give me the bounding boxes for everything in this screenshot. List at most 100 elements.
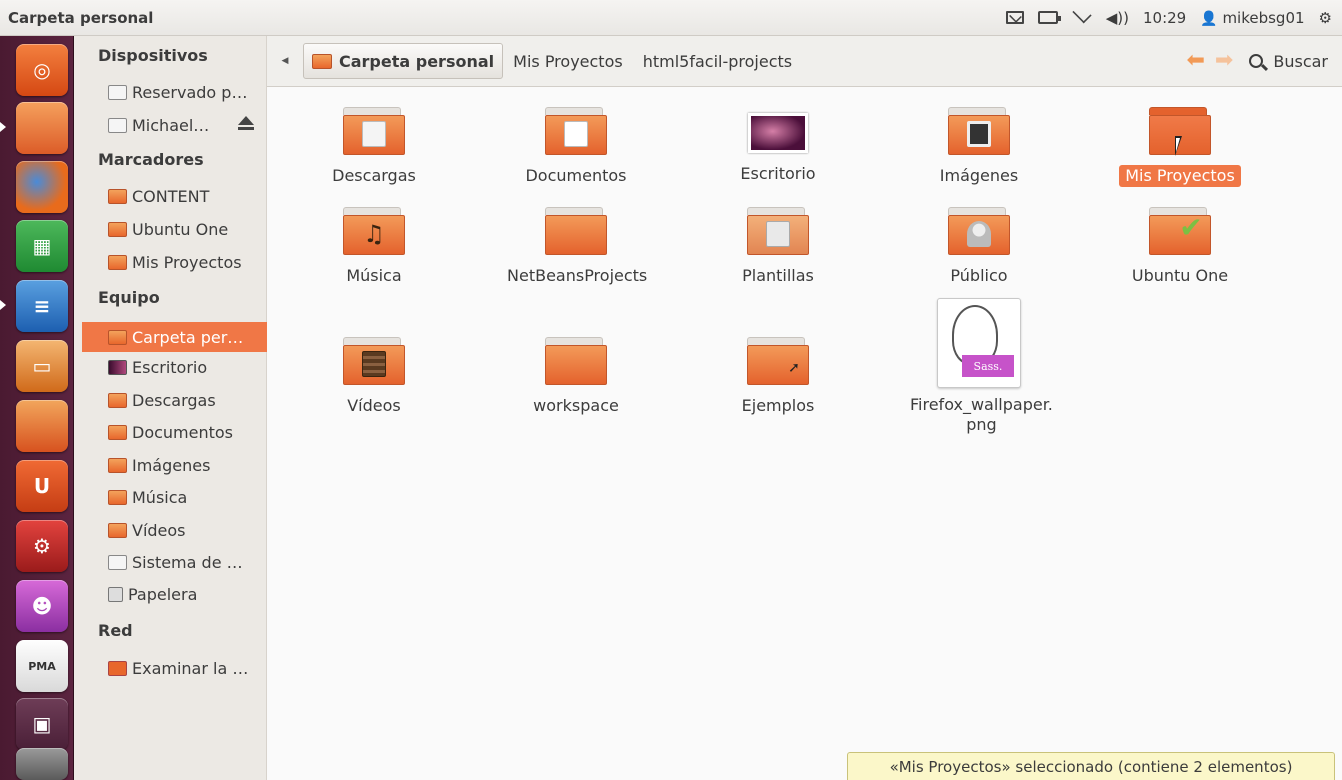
symlink-arrow-icon: ➚: [788, 360, 800, 376]
breadcrumb-scroll-left-icon[interactable]: ◀: [267, 56, 303, 66]
sidebar-item-home[interactable]: Carpeta per…: [82, 322, 267, 352]
breadcrumb-home[interactable]: Carpeta personal: [303, 43, 504, 79]
file-label: Imágenes: [939, 166, 1019, 185]
status-bar: «Mis Proyectos» seleccionado (contiene 2…: [847, 752, 1335, 780]
running-app-indicator: [0, 300, 6, 310]
volume-icon[interactable]: ◀)): [1106, 9, 1129, 27]
file-ubuntu-one[interactable]: ✔ Ubuntu One: [1105, 207, 1255, 287]
user-name: mikebsg01: [1222, 8, 1305, 27]
pidgin-icon[interactable]: ☻: [16, 580, 68, 632]
file-imagenes[interactable]: Imágenes: [904, 107, 1054, 187]
sidebar-item-desktop[interactable]: Escritorio: [108, 352, 266, 382]
desktop-thumbnail-icon: [748, 113, 808, 153]
mouse-pointer-icon: [1175, 136, 1182, 156]
calc-icon[interactable]: ▦: [16, 220, 68, 272]
file-view[interactable]: Descargas Documentos Escritorio Imágenes…: [267, 87, 1342, 780]
forward-arrow-icon[interactable]: ➡: [1215, 50, 1233, 72]
downloads-icon: [108, 392, 127, 408]
person-icon: [967, 221, 991, 247]
sidebar-item-content[interactable]: CONTENT: [108, 181, 266, 211]
sidebar-item-label: Carpeta per…: [132, 327, 244, 347]
file-musica[interactable]: ♫ Música: [299, 207, 449, 287]
folder-icon: ➚: [747, 337, 809, 385]
file-plantillas[interactable]: Plantillas: [703, 207, 853, 287]
sidebar-item-label: Mis Proyectos: [132, 252, 242, 272]
file-label: Escritorio: [740, 164, 816, 183]
document-icon: [564, 121, 588, 147]
search-icon[interactable]: [1249, 54, 1264, 68]
clock[interactable]: 10:29: [1143, 9, 1186, 27]
eject-icon[interactable]: [238, 116, 254, 130]
file-label: Ejemplos: [741, 396, 815, 415]
sidebar-item-documents[interactable]: Documentos: [108, 417, 266, 447]
folder-icon: [108, 221, 127, 237]
sidebar: Dispositivos Reservado p… Michael… Marca…: [74, 36, 267, 780]
sidebar-item-label: Examinar la …: [132, 658, 249, 678]
system-settings-icon[interactable]: ⚙: [16, 520, 68, 572]
file-firefox-wallpaper[interactable]: Sass. Firefox_wallpaper. png: [904, 298, 1054, 436]
firefox-icon[interactable]: [16, 161, 68, 213]
wifi-icon[interactable]: [1072, 3, 1092, 23]
back-arrow-icon[interactable]: ⬅: [1186, 50, 1204, 72]
folder-icon: [948, 207, 1010, 255]
toolbar: ◀ Carpeta personal Mis Proyectos html5fa…: [267, 36, 1342, 87]
file-label: Firefox_wallpaper. png: [910, 395, 1053, 434]
window-title: Carpeta personal: [8, 8, 154, 27]
sidebar-item-pictures[interactable]: Imágenes: [108, 450, 266, 480]
software-center-icon[interactable]: [16, 400, 68, 452]
sidebar-item-reserved[interactable]: Reservado p…: [108, 77, 266, 107]
user-menu[interactable]: 👤 mikebsg01: [1200, 9, 1304, 27]
launcher: ◎ ▦ ≡ ▭ U ⚙ ☻ PMA ▣: [0, 36, 74, 780]
sidebar-header-devices: Dispositivos: [98, 46, 208, 65]
sidebar-item-label: Documentos: [132, 422, 234, 442]
sidebar-item-michael[interactable]: Michael…: [108, 110, 266, 140]
sidebar-item-browse-network[interactable]: Examinar la …: [108, 653, 266, 683]
sidebar-header-computer: Equipo: [98, 288, 160, 307]
session-gear-icon[interactable]: ⚙: [1319, 9, 1332, 27]
trash-launcher-icon[interactable]: [16, 748, 68, 780]
impress-icon[interactable]: ▭: [16, 340, 68, 392]
workspace-switcher-icon[interactable]: ▣: [16, 698, 68, 750]
sidebar-item-music[interactable]: Música: [108, 482, 266, 512]
dash-home-icon[interactable]: ◎: [16, 44, 68, 96]
sidebar-item-ubuntu-one[interactable]: Ubuntu One: [108, 214, 266, 244]
active-app-indicator: [0, 122, 6, 132]
sidebar-item-label: Música: [132, 487, 188, 507]
file-videos[interactable]: Vídeos: [299, 337, 449, 417]
folder-icon: [343, 337, 405, 385]
breadcrumb-html5facil[interactable]: html5facil-projects: [633, 43, 802, 79]
files-app-icon[interactable]: [16, 102, 68, 154]
folder-icon: [545, 107, 607, 155]
search-button-label[interactable]: Buscar: [1273, 52, 1328, 71]
download-arrow-icon: [362, 121, 386, 147]
file-label: Plantillas: [742, 266, 814, 285]
sidebar-item-label: Reservado p…: [132, 82, 248, 102]
sidebar-item-downloads[interactable]: Descargas: [108, 385, 266, 415]
sidebar-item-filesystem[interactable]: Sistema de …: [108, 547, 266, 577]
breadcrumb-mis-proyectos[interactable]: Mis Proyectos: [503, 43, 633, 79]
file-descargas[interactable]: Descargas: [299, 107, 449, 187]
music-icon: [108, 489, 127, 505]
folder-icon: ✔: [1149, 207, 1211, 255]
folder-icon: [747, 207, 809, 255]
file-documentos[interactable]: Documentos: [501, 107, 651, 187]
file-escritorio[interactable]: Escritorio: [703, 113, 853, 185]
music-note-icon: ♫: [363, 220, 385, 248]
videos-icon: [108, 522, 127, 538]
file-netbeansprojects[interactable]: NetBeansProjects: [501, 207, 651, 287]
sidebar-item-trash[interactable]: Papelera: [108, 579, 266, 609]
ubuntu-one-icon[interactable]: U: [16, 460, 68, 512]
sidebar-header-network: Red: [98, 621, 133, 640]
file-workspace[interactable]: workspace: [501, 337, 651, 417]
sidebar-item-label: Sistema de …: [132, 552, 243, 572]
phpmyadmin-icon[interactable]: PMA: [16, 640, 68, 692]
file-label: Documentos: [525, 166, 627, 185]
file-ejemplos[interactable]: ➚ Ejemplos: [703, 337, 853, 417]
mail-icon[interactable]: [1005, 11, 1024, 24]
sidebar-item-videos[interactable]: Vídeos: [108, 515, 266, 545]
file-label: Descargas: [332, 166, 416, 185]
file-publico[interactable]: Público: [904, 207, 1054, 287]
battery-icon[interactable]: [1037, 11, 1061, 24]
writer-icon[interactable]: ≡: [16, 280, 68, 332]
sidebar-item-mis-proyectos[interactable]: Mis Proyectos: [108, 247, 266, 277]
